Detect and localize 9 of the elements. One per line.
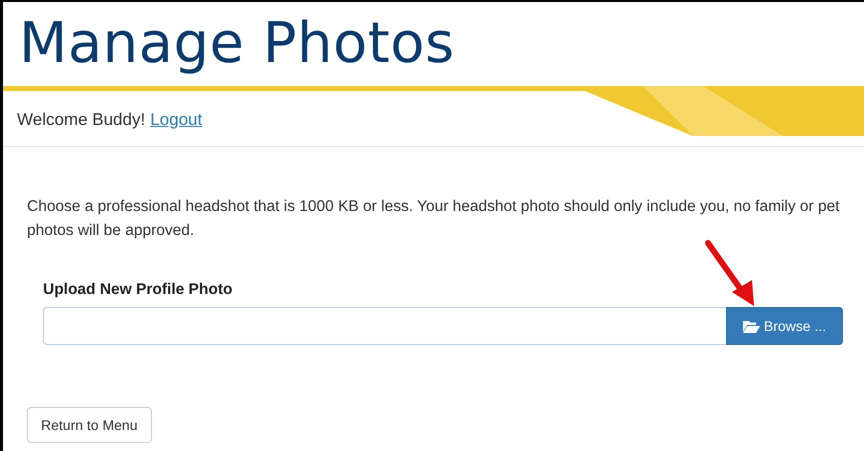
return-button[interactable]: Return to Menu [27, 407, 152, 443]
browse-button[interactable]: Browse ... [726, 307, 843, 345]
page-title: Manage Photos [18, 10, 456, 78]
logout-link[interactable]: Logout [150, 110, 202, 130]
folder-icon [742, 320, 760, 332]
upload-label: Upload New Profile Photo [43, 281, 234, 299]
file-path-field[interactable] [43, 307, 726, 345]
instructions-text: Choose a professional headshot that is 1000 KB or less. Your headshot photo should only include you, no family or pet photos will be approved. [27, 197, 841, 241]
welcome-text: Welcome Buddy! [17, 110, 146, 130]
